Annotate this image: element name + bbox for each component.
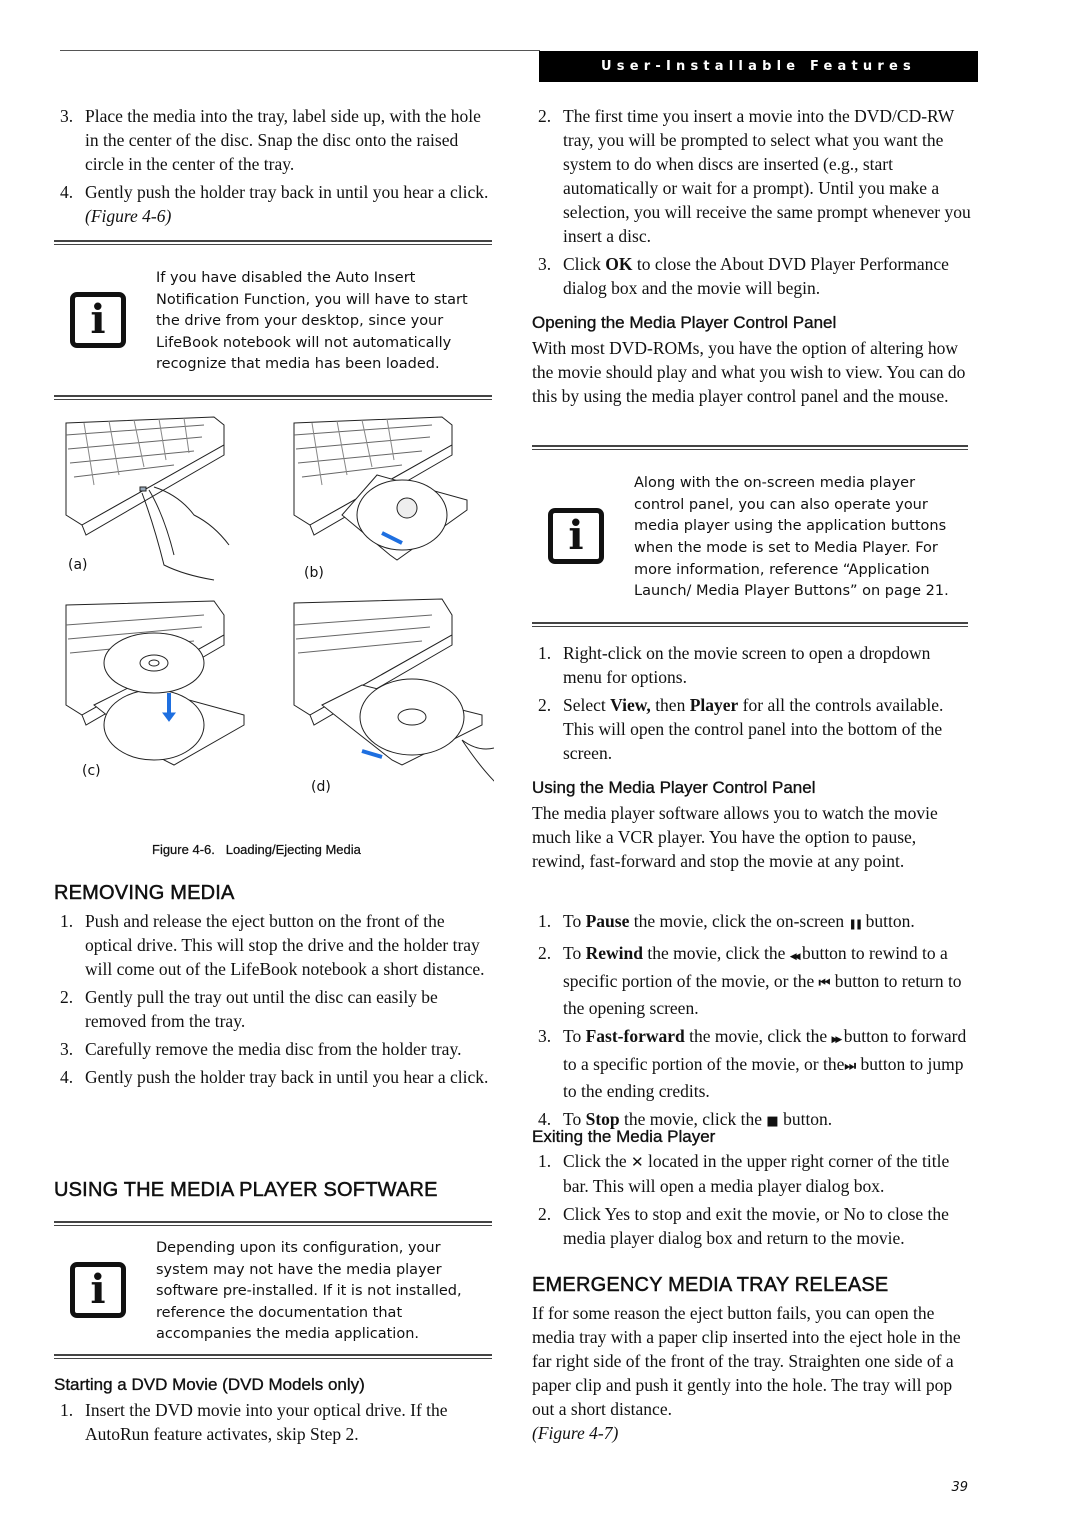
removing-steps: 1. Push and release the eject button on t…: [54, 909, 494, 1093]
list-item: 2. The first time you insert a movie into…: [538, 106, 971, 246]
continued-steps: 2. The first time you insert a movie into…: [532, 104, 972, 304]
panel-label-c: (c): [82, 763, 101, 779]
heading-removing-media: REMOVING MEDIA: [54, 882, 235, 905]
panel-a-laptop: [65, 416, 230, 581]
list-item: 1. To Pause the movie, click the on-scree…: [538, 911, 915, 931]
note-text: Depending upon its configuration, your s…: [156, 1240, 462, 1343]
list-item: 1. Right-click on the movie screen to ope…: [538, 643, 931, 687]
list-item: 3. Place the media into the tray, label s…: [60, 106, 481, 174]
figure-caption: Figure 4-6. Loading/Ejecting Media: [152, 842, 361, 857]
panel-c-laptop: [65, 600, 245, 766]
stop-icon: ■: [766, 1114, 779, 1129]
skip-forward-icon: ⏭: [844, 1059, 857, 1074]
heading-opening-control-panel: Opening the Media Player Control Panel: [532, 313, 837, 332]
info-note: i Along with the on-screen media player …: [532, 445, 968, 627]
figure-reference[interactable]: (Figure 4-6): [85, 206, 171, 226]
skip-back-icon: ⏮: [818, 976, 831, 991]
figure-reference[interactable]: (Figure 4-7): [532, 1423, 618, 1443]
list-item: 2. Select View, then Player for all the c…: [538, 695, 944, 763]
opening-paragraph: With most DVD-ROMs, you have the option …: [532, 338, 966, 406]
info-note: i Depending upon its configuration, your…: [54, 1221, 492, 1359]
list-item: 4. Gently push the holder tray back in un…: [60, 182, 489, 226]
heading-using-control-panel: Using the Media Player Control Panel: [532, 778, 816, 797]
intro-steps: 3. Place the media into the tray, label s…: [54, 104, 492, 232]
header-rule: [60, 50, 540, 51]
section-header: User-Installable Features: [539, 51, 978, 82]
heading-starting-dvd-movie: Starting a DVD Movie (DVD Models only): [54, 1375, 365, 1394]
list-item: 1. Click the ✕ located in the upper right…: [538, 1151, 950, 1196]
rewind-icon: ◀◀: [789, 952, 801, 962]
note-rule: [532, 622, 968, 627]
starting-steps: 1. Insert the DVD movie into your optical…: [54, 1398, 494, 1450]
panel-label-b: (b): [304, 565, 324, 581]
close-icon: ✕: [631, 1153, 644, 1171]
list-item: 1. Insert the DVD movie into your optical…: [60, 1400, 448, 1444]
panel-label-d: (d): [311, 779, 331, 795]
panel-d-laptop: [293, 598, 518, 801]
heading-using-media-player-software: USING THE MEDIA PLAYER SOFTWARE: [54, 1179, 438, 1202]
pause-icon: ❚❚: [848, 919, 864, 930]
panel-b-laptop: [293, 416, 468, 561]
using-steps: 1. To Pause the movie, click the on-scree…: [532, 909, 972, 1138]
heading-exiting-media-player: Exiting the Media Player: [532, 1127, 716, 1146]
note-text: Along with the on-screen media player co…: [634, 475, 949, 600]
page-number: 39: [951, 1480, 968, 1495]
opening-steps: 1. Right-click on the movie screen to ope…: [532, 641, 972, 769]
note-rule: [54, 395, 492, 400]
list-item: 3. Carefully remove the media disc from t…: [60, 1039, 462, 1059]
exiting-steps: 1. Click the ✕ located in the upper right…: [532, 1149, 976, 1254]
list-item: 2. Gently pull the tray out until the dis…: [60, 987, 438, 1031]
list-item: 1. Push and release the eject button on t…: [60, 911, 485, 979]
info-icon: i: [70, 1262, 126, 1318]
panel-label-a: (a): [68, 557, 88, 573]
list-item: 3. Click OK to close the About DVD Player…: [538, 254, 949, 298]
list-item: 4. Gently push the holder tray back in un…: [60, 1067, 489, 1087]
list-item: 2. To Rewind the movie, click the ◀◀ butt…: [538, 943, 962, 1018]
emergency-paragraph: If for some reason the eject button fail…: [532, 1303, 961, 1443]
figure-illustration: [65, 416, 518, 801]
list-item: 2. Click Yes to stop and exit the movie, …: [538, 1204, 949, 1248]
heading-emergency-tray-release: EMERGENCY MEDIA TRAY RELEASE: [532, 1274, 889, 1297]
using-paragraph: The media player software allows you to …: [532, 803, 938, 871]
figure-loading-ejecting: (a) (b) (c) (d): [54, 415, 518, 835]
info-icon: i: [70, 292, 126, 348]
note-rule: [54, 1354, 492, 1359]
list-item: 3. To Fast-forward the movie, click the ▶…: [538, 1026, 967, 1101]
note-text: If you have disabled the Auto Insert Not…: [156, 270, 468, 373]
info-icon: i: [548, 508, 604, 564]
info-note: i If you have disabled the Auto Insert N…: [54, 240, 492, 400]
